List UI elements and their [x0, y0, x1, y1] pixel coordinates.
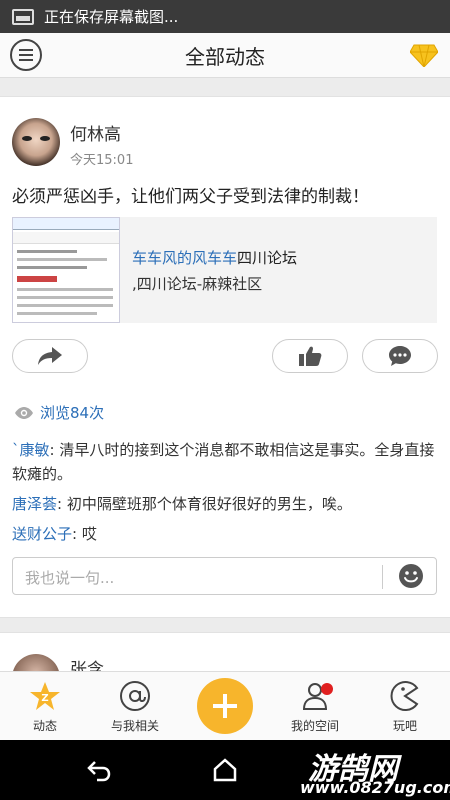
diamond-icon[interactable] [410, 43, 438, 67]
reply-divider [382, 565, 383, 589]
title-bar: 全部动态 [0, 33, 450, 78]
plus-icon [213, 694, 237, 718]
comment-text: : 初中隔壁班那个体育很好很好的男生，唉。 [57, 495, 352, 513]
tab-related[interactable]: 与我相关 [90, 672, 180, 741]
comment-user[interactable]: 送财公子 [12, 525, 72, 543]
view-count: 浏览84次 [14, 402, 104, 423]
comment-user[interactable]: `康敏 [12, 441, 50, 459]
link-title-dark: 四川论坛 [237, 249, 298, 267]
comment-text: : 哎 [72, 525, 97, 543]
view-count-text: 浏览84次 [40, 404, 105, 422]
screenshot-icon [12, 8, 34, 25]
tab-label: 我的空间 [290, 719, 339, 733]
share-icon [38, 347, 62, 365]
tab-feed[interactable]: Z 动态 [0, 672, 90, 741]
at-icon [120, 681, 150, 711]
comment-text: : 清早八时的接到这个消息都不敢相信这是事实。全身直接软瘫的。 [12, 441, 435, 483]
emoji-icon[interactable] [398, 563, 424, 589]
tab-label: 玩吧 [392, 719, 417, 733]
comment-item: `康敏: 清早八时的接到这个消息都不敢相信这是事实。全身直接软瘫的。 [12, 438, 438, 486]
next-post-card [0, 632, 450, 672]
link-title-blue: 车车风的风车车 [132, 249, 238, 267]
status-notification: 正在保存屏幕截图... [44, 8, 179, 26]
svg-text:Z: Z [41, 693, 48, 704]
link-subtitle: ,四川论坛-麻辣社区 [132, 275, 263, 293]
watermark-url: www.0827ug.com [300, 778, 450, 797]
comment-item: 唐泽荟: 初中隔壁班那个体育很好很好的男生，唉。 [12, 492, 438, 516]
home-icon[interactable] [211, 756, 239, 784]
reply-input[interactable]: 我也说一句... [12, 557, 437, 595]
comment-button[interactable] [362, 339, 438, 373]
comment-icon [389, 346, 411, 366]
watermark: 游鹄网 www.0827ug.com [300, 742, 450, 800]
status-bar: 正在保存屏幕截图... [0, 0, 450, 33]
tab-play[interactable]: 玩吧 [360, 672, 450, 741]
back-icon[interactable] [85, 756, 113, 784]
post-text: 必须严惩凶手，让他们两父子受到法律的制裁！ [12, 187, 369, 207]
eye-icon [15, 406, 33, 419]
link-title: 车车风的风车车四川论坛 [132, 247, 297, 268]
author-name[interactable]: 何林高 [70, 120, 121, 145]
comment-item: 送财公子: 哎 [12, 522, 438, 546]
thumbs-up-icon [299, 346, 322, 366]
reply-placeholder: 我也说一句... [25, 569, 115, 587]
notification-badge [321, 683, 333, 695]
tab-label: 与我相关 [110, 719, 159, 733]
pacman-icon [390, 681, 419, 711]
tab-my-space[interactable]: 我的空间 [270, 672, 360, 741]
link-preview[interactable]: 车车风的风车车四川论坛 ,四川论坛-麻辣社区 [12, 217, 437, 323]
author-avatar[interactable] [12, 118, 60, 166]
share-button[interactable] [12, 339, 88, 373]
post-time: 今天15:01 [70, 153, 134, 168]
like-button[interactable] [272, 339, 348, 373]
link-thumbnail [12, 217, 120, 323]
menu-button[interactable] [10, 39, 42, 71]
star-icon: Z [30, 682, 60, 710]
add-post-button[interactable] [197, 678, 253, 734]
comment-user[interactable]: 唐泽荟 [12, 495, 57, 513]
page-title: 全部动态 [185, 44, 265, 69]
tab-label: 动态 [32, 719, 57, 733]
